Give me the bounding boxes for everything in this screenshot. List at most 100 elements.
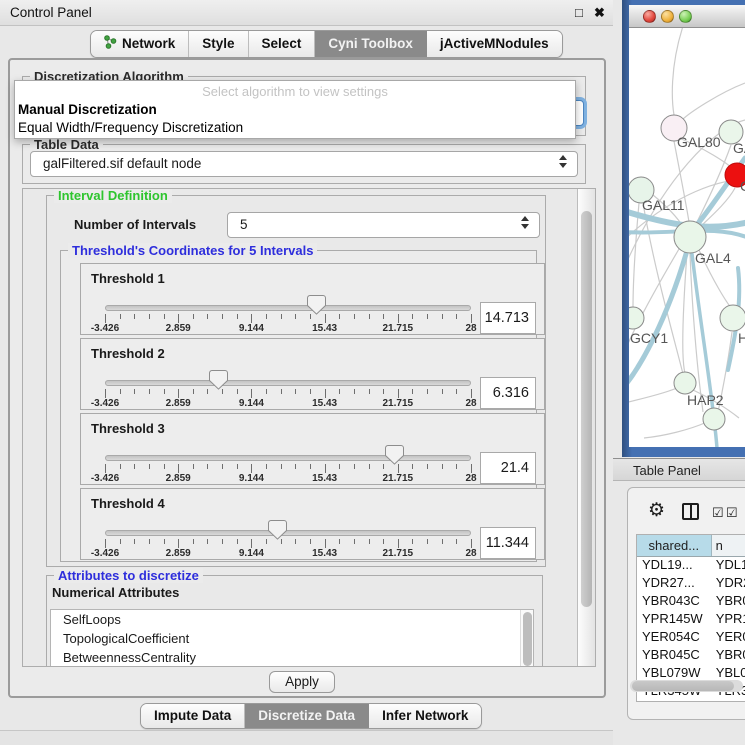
threshold-2-value-field[interactable]: 6.316 [480, 377, 536, 409]
threshold-2-slider-thumb[interactable] [209, 370, 228, 390]
tick [266, 314, 267, 319]
table-cell[interactable]: YDL19... [637, 557, 712, 575]
threshold-2-slider-track[interactable] [105, 380, 471, 386]
table-cell[interactable]: YBR043C [637, 593, 712, 611]
threshold-3-slider-thumb[interactable] [385, 445, 404, 465]
threshold-2-label: Threshold 2 [91, 346, 165, 361]
numerical-attributes-list[interactable]: SelfLoopsTopologicalCoefficientBetweenne… [50, 609, 534, 667]
threshold-1-value-field[interactable]: 14.713 [480, 302, 536, 334]
table-cell[interactable]: YPR145W [637, 611, 712, 629]
network-node[interactable] [629, 307, 644, 329]
split-view-icon[interactable] [682, 503, 699, 520]
tick [354, 389, 355, 394]
tab-network[interactable]: Network [91, 31, 189, 57]
apply-button[interactable]: Apply [269, 671, 335, 693]
table-cell[interactable]: YBR0 [712, 647, 745, 665]
tab-jactivemnodules[interactable]: jActiveMNodules [427, 31, 562, 57]
number-of-intervals-spinner[interactable]: 5 [227, 212, 540, 238]
tick [105, 539, 106, 548]
table-row[interactable]: YBR045CYBR0 [637, 647, 745, 665]
tab-impute-data[interactable]: Impute Data [141, 704, 245, 728]
vertical-scrollbar-thumb[interactable] [581, 211, 592, 607]
threshold-3-value-field[interactable]: 21.4 [480, 452, 536, 484]
minimize-traffic-light[interactable] [661, 10, 674, 23]
tab-discretize-data[interactable]: Discretize Data [245, 704, 369, 728]
table-row[interactable]: YBR043CYBR0 [637, 593, 745, 611]
slider-tick-labels: -3.4262.8599.14415.4321.71528 [105, 548, 471, 560]
table-row[interactable]: YIL052CYIL0 [637, 701, 745, 702]
tick [164, 464, 165, 469]
table-cell[interactable]: YBR0 [712, 593, 745, 611]
tick [266, 539, 267, 544]
checkbox-icon[interactable]: ☑ [712, 505, 724, 521]
table-cell[interactable]: YDR2 [712, 575, 745, 593]
tab-cyni-toolbox-label: Cyni Toolbox [328, 36, 413, 51]
tab-style[interactable]: Style [189, 31, 248, 57]
tick-label: -3.426 [91, 473, 119, 484]
threshold-4-slider-thumb[interactable] [268, 520, 287, 540]
zoom-traffic-light[interactable] [679, 10, 692, 23]
table-cell[interactable]: YPR1 [712, 611, 745, 629]
horizontal-scrollbar[interactable] [630, 680, 743, 692]
table-cell[interactable]: YDR27... [637, 575, 712, 593]
close-traffic-light[interactable] [643, 10, 656, 23]
tab-infer-network[interactable]: Infer Network [369, 704, 481, 728]
tick [134, 314, 135, 319]
threshold-4-value-field[interactable]: 11.344 [480, 527, 536, 559]
algorithm-option-equal-width[interactable]: Equal Width/Frequency Discretization [18, 120, 243, 135]
table-cell[interactable]: YIL0 [712, 701, 745, 702]
threshold-1-slider-track[interactable] [105, 305, 471, 311]
network-node[interactable] [703, 408, 725, 430]
threshold-4-slider-track[interactable] [105, 530, 471, 536]
close-icon[interactable]: ✖ [594, 5, 605, 21]
table-row[interactable]: YER054CYER0 [637, 629, 745, 647]
table-row[interactable]: YPR145WYPR1 [637, 611, 745, 629]
table-cell[interactable]: YIL052C [637, 701, 712, 702]
threshold-1-slider-thumb[interactable] [307, 295, 326, 315]
tab-network-label: Network [122, 36, 175, 51]
node-table-header: shared... n [637, 535, 745, 557]
gear-icon[interactable]: ⚙ [648, 499, 665, 522]
network-node[interactable] [720, 305, 745, 331]
network-window-titlebar[interactable] [629, 5, 745, 28]
network-node[interactable] [674, 221, 706, 253]
network-node-label: GCY1 [630, 330, 668, 346]
node-table[interactable]: shared... n YDL19...YDL1YDR27...YDR2YBR0… [636, 534, 745, 702]
tick [164, 314, 165, 319]
column-header-name[interactable]: n [712, 535, 745, 556]
table-window: ⚙ ☑ ☑ shared... n YDL19...YDL1YDR27...YD… [627, 487, 745, 720]
tick-label: 15.43 [312, 548, 337, 559]
interval-definition-group: Interval Definition Number of Intervals … [46, 195, 546, 567]
table-row[interactable]: YDR27...YDR2 [637, 575, 745, 593]
table-cell[interactable]: YER0 [712, 629, 745, 647]
algorithm-option-manual[interactable]: Manual Discretization [18, 102, 157, 117]
vertical-scrollbar[interactable] [577, 189, 595, 666]
tick [222, 464, 223, 469]
table-cell[interactable]: YDL1 [712, 557, 745, 575]
horizontal-scrollbar-thumb[interactable] [632, 681, 734, 691]
threshold-3-slider-track[interactable] [105, 455, 471, 461]
tick [310, 389, 311, 394]
table-row[interactable]: YDL19...YDL1 [637, 557, 745, 575]
table-data-combobox[interactable]: galFiltered.sif default node [30, 151, 578, 177]
tab-select[interactable]: Select [249, 31, 316, 57]
attribute-item[interactable]: TopologicalCoefficient [51, 629, 519, 648]
list-scrollbar-thumb[interactable] [523, 612, 532, 666]
attribute-item[interactable]: BetweennessCentrality [51, 648, 519, 667]
network-node[interactable] [674, 372, 696, 394]
attribute-item[interactable]: SelfLoops [51, 610, 519, 629]
float-window-icon[interactable]: □ [575, 5, 583, 20]
checkbox-icon[interactable]: ☑ [726, 505, 738, 521]
column-header-shared-name[interactable]: shared... [637, 535, 712, 556]
tab-cyni-toolbox[interactable]: Cyni Toolbox [315, 31, 427, 57]
tick [251, 464, 252, 473]
table-cell[interactable]: YBR045C [637, 647, 712, 665]
network-nodes[interactable]: GAL80GACGAL11GAL4GCY1HHAP2 [629, 115, 745, 430]
list-scrollbar[interactable] [520, 610, 533, 667]
tick [105, 389, 106, 398]
top-tab-row: Network Style Select Cyni Toolbox jActiv… [0, 27, 613, 58]
table-cell[interactable]: YER054C [637, 629, 712, 647]
tick [120, 314, 121, 319]
network-view[interactable]: GAL80GACGAL11GAL4GCY1HHAP2 [629, 28, 745, 447]
network-window[interactable]: GAL80GACGAL11GAL4GCY1HHAP2 [622, 0, 745, 457]
